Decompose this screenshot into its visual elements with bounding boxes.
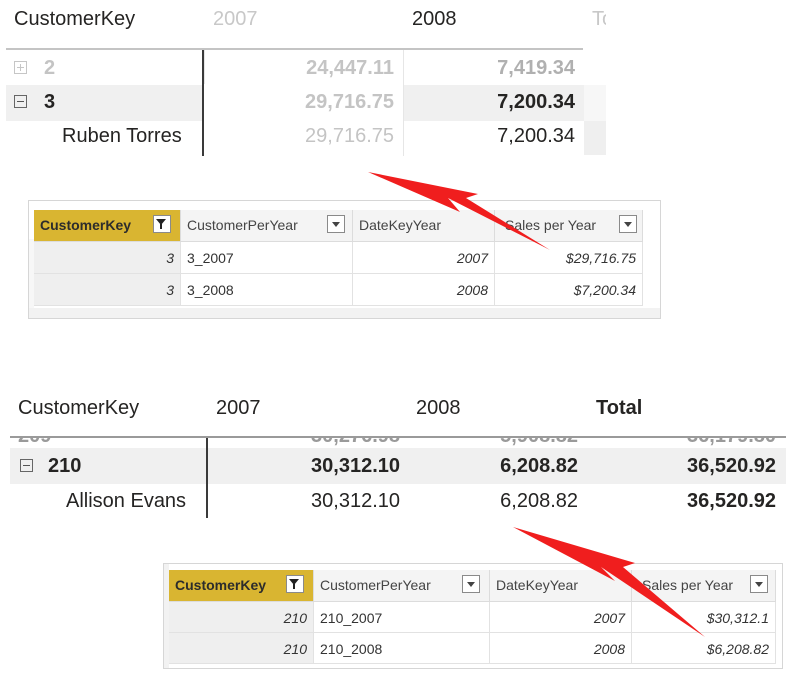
- table-cell-customerkey[interactable]: 3: [34, 274, 181, 306]
- column-header-total[interactable]: Total: [596, 397, 642, 420]
- table-cell-customerkey[interactable]: 210: [169, 633, 314, 664]
- cell-210-2007: 30,312.10: [311, 455, 400, 477]
- column-header-customerkey[interactable]: CustomerKey: [169, 570, 314, 602]
- row-band: [584, 121, 606, 155]
- column-header-2007[interactable]: 2007: [213, 8, 258, 31]
- cell-210-total: 36,520.92: [687, 455, 776, 477]
- cell-allison-total: 36,520.92: [687, 490, 776, 512]
- table-cell-datekeyyear[interactable]: 2008: [353, 274, 495, 306]
- row-label-210: 210: [48, 455, 82, 477]
- cell-3-2007: 29,716.75: [305, 91, 394, 113]
- row-label-ruben-torres: Ruben Torres: [62, 125, 182, 147]
- row-label-3: 3: [44, 91, 56, 113]
- table-cell-customerkey[interactable]: 3: [34, 242, 181, 274]
- row-label-allison-evans: Allison Evans: [66, 490, 187, 512]
- table-cell-customerperyear[interactable]: 210_2008: [314, 633, 490, 664]
- gridline: [403, 50, 404, 156]
- column-header-label: CustomerKey: [175, 577, 267, 593]
- cell-partial-2008: 5,908.82: [410, 438, 578, 446]
- cell-2-2007: 24,447.11: [306, 57, 394, 79]
- dropdown-icon[interactable]: [750, 575, 768, 593]
- column-header-customerkey[interactable]: CustomerKey: [18, 397, 139, 420]
- table-cell-customerperyear[interactable]: 3_2008: [181, 274, 353, 306]
- table-cell-sales-per-year[interactable]: $7,200.34: [495, 274, 643, 306]
- column-header-label: CustomerPerYear: [320, 577, 431, 593]
- scrolled-row: 209 30,276.98 5,908.82 36,179.80: [10, 438, 786, 446]
- red-arrow: [368, 172, 550, 250]
- filter-dropdown-icon[interactable]: [286, 575, 304, 593]
- dropdown-icon[interactable]: [619, 215, 637, 233]
- table-scroll-strip: [29, 308, 660, 318]
- row-label-partial: 209: [18, 438, 51, 446]
- cell-partial-total: 36,179.80: [590, 438, 776, 446]
- table-cell-customerperyear[interactable]: 210_2007: [314, 602, 490, 633]
- column-header-customerkey[interactable]: CustomerKey: [14, 8, 135, 31]
- column-header-label: CustomerKey: [40, 217, 132, 233]
- column-header-2008[interactable]: 2008: [412, 8, 457, 31]
- header-divider: [6, 48, 583, 50]
- collapse-icon[interactable]: [14, 95, 27, 108]
- red-arrow: [513, 527, 705, 637]
- dropdown-icon[interactable]: [462, 575, 480, 593]
- cell-ruben-2007: 29,716.75: [305, 125, 394, 147]
- row-band: [6, 85, 203, 121]
- column-header-customerkey[interactable]: CustomerKey: [34, 210, 181, 242]
- matrix-top: CustomerKey 2007 2008 To 2 24,447.11 7,4…: [0, 0, 610, 160]
- cell-3-2008: 7,200.34: [497, 91, 575, 113]
- column-header-2008[interactable]: 2008: [416, 397, 461, 420]
- cell-2-2008: 7,419.34: [497, 57, 575, 79]
- expand-icon[interactable]: [14, 61, 27, 74]
- dropdown-icon[interactable]: [327, 215, 345, 233]
- cell-allison-2007: 30,312.10: [311, 490, 400, 512]
- cell-allison-2008: 6,208.82: [500, 490, 578, 512]
- cell-partial-2007: 30,276.98: [210, 438, 400, 446]
- row-label-2: 2: [44, 57, 56, 79]
- column-header-customerperyear[interactable]: CustomerPerYear: [181, 210, 353, 242]
- cell-210-2008: 6,208.82: [500, 455, 578, 477]
- column-header-total[interactable]: To: [592, 8, 606, 31]
- filter-dropdown-icon[interactable]: [153, 215, 171, 233]
- column-header-label: CustomerPerYear: [187, 217, 298, 233]
- collapse-icon[interactable]: [20, 459, 33, 472]
- row-band: [584, 85, 606, 121]
- gridline: [204, 50, 205, 84]
- column-header-customerperyear[interactable]: CustomerPerYear: [314, 570, 490, 602]
- row-header-divider: [206, 438, 208, 518]
- table-cell-customerperyear[interactable]: 3_2007: [181, 242, 353, 274]
- column-header-2007[interactable]: 2007: [216, 397, 261, 420]
- matrix-bottom: CustomerKey 2007 2008 Total 209 30,276.9…: [0, 385, 790, 525]
- table-cell-customerkey[interactable]: 210: [169, 602, 314, 633]
- cell-ruben-2008: 7,200.34: [497, 125, 575, 147]
